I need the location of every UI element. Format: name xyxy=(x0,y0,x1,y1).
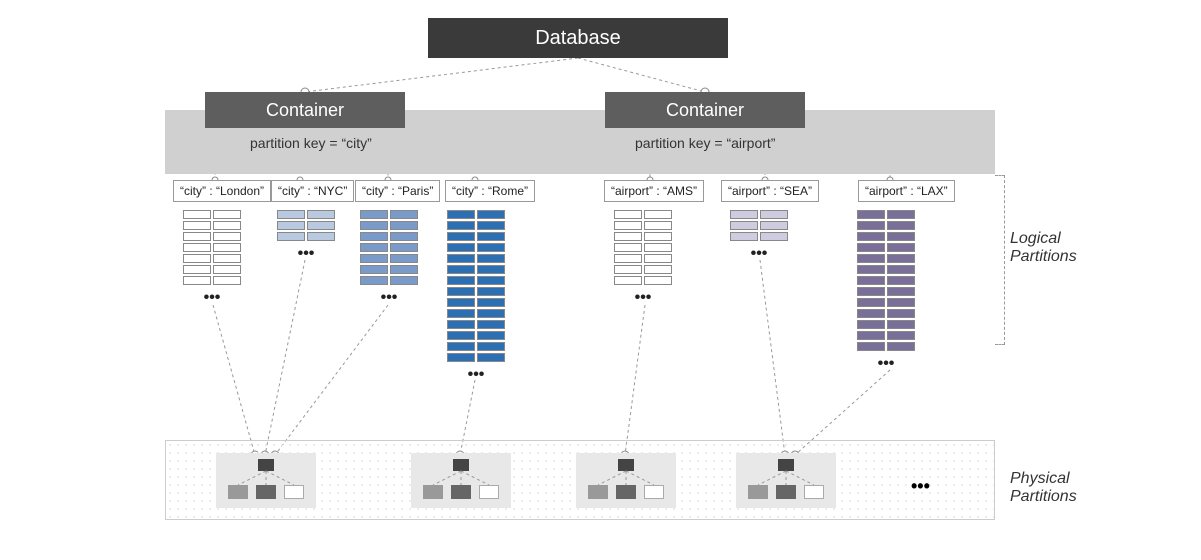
data-stack: ••• xyxy=(730,210,788,263)
logical-partition-label: “city” : “NYC” xyxy=(271,180,354,202)
data-stack: ••• xyxy=(447,210,505,384)
logical-partition-label: “city” : “Paris” xyxy=(355,180,440,202)
physical-partition xyxy=(216,453,316,508)
container-right: Container xyxy=(605,92,805,128)
logical-partitions-label: LogicalPartitions xyxy=(1010,230,1077,266)
database-node: Database xyxy=(428,18,728,58)
logical-partition-label: “city” : “London” xyxy=(173,180,271,202)
physical-partitions-label: PhysicalPartitions xyxy=(1010,470,1077,506)
ellipsis: ••• xyxy=(911,476,930,497)
physical-partition xyxy=(576,453,676,508)
logical-bracket xyxy=(995,175,1005,345)
physical-partition xyxy=(411,453,511,508)
logical-partition-label: “airport” : “AMS” xyxy=(604,180,704,202)
partition-key-right: partition key = “airport” xyxy=(635,135,775,151)
logical-partition-label: “airport” : “LAX” xyxy=(858,180,955,202)
container-left: Container xyxy=(205,92,405,128)
physical-partitions-zone: ••• xyxy=(165,440,995,520)
data-stack: ••• xyxy=(857,210,915,373)
partition-key-left: partition key = “city” xyxy=(250,135,372,151)
data-stack: ••• xyxy=(360,210,418,307)
logical-partition-label: “city” : “Rome” xyxy=(445,180,535,202)
physical-partition xyxy=(736,453,836,508)
data-stack: ••• xyxy=(277,210,335,263)
data-stack: ••• xyxy=(614,210,672,307)
logical-partition-label: “airport” : “SEA” xyxy=(721,180,819,202)
data-stack: ••• xyxy=(183,210,241,307)
